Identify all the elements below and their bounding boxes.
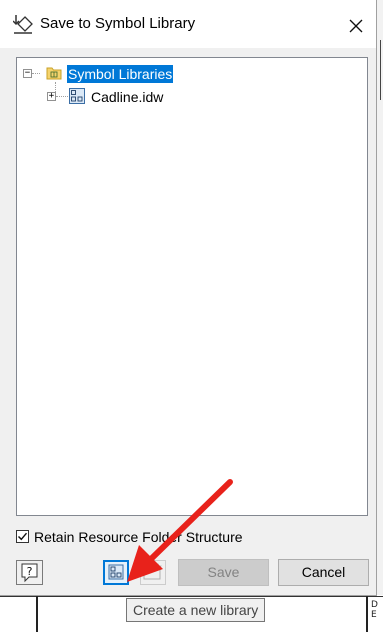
- library-icon: [69, 88, 85, 104]
- background-fragment-text: D E: [371, 600, 378, 620]
- new-folder-icon: [143, 563, 162, 580]
- background-app-line: [380, 40, 381, 100]
- folder-icon: [46, 65, 62, 81]
- expand-expander[interactable]: +: [47, 92, 56, 101]
- help-icon: ?: [21, 563, 38, 583]
- background-drawing-divider-right: [366, 596, 368, 632]
- retain-folder-structure-label: Retain Resource Folder Structure: [34, 529, 243, 545]
- tree-item-label: Cadline.idw: [91, 89, 164, 105]
- screen: D E Save to Symbol Library − Symbol Libr…: [0, 0, 383, 632]
- new-library-button[interactable]: [103, 560, 129, 585]
- dialog-title: Save to Symbol Library: [40, 15, 196, 32]
- save-button[interactable]: Save: [178, 559, 269, 586]
- retain-folder-structure-checkbox[interactable]: [16, 530, 29, 543]
- new-folder-button: [140, 560, 166, 585]
- close-button[interactable]: [338, 8, 374, 42]
- new-library-tooltip: Create a new library: [126, 598, 266, 622]
- tree-item-cadline[interactable]: + Cadline.idw: [17, 87, 367, 107]
- checkmark-icon: [18, 532, 28, 541]
- title-bar[interactable]: Save to Symbol Library: [0, 0, 376, 48]
- background-drawing-border: [0, 596, 383, 597]
- tree-item-label: Symbol Libraries: [67, 65, 174, 83]
- background-drawing-divider-left: [36, 596, 38, 632]
- cancel-button[interactable]: Cancel: [278, 559, 369, 586]
- help-button[interactable]: ?: [16, 560, 43, 585]
- close-icon: [349, 19, 363, 33]
- new-library-icon: [108, 564, 124, 580]
- library-tree[interactable]: − Symbol Libraries + Cadline.idw: [16, 57, 368, 516]
- collapse-expander[interactable]: −: [23, 69, 32, 78]
- save-symbol-icon: [12, 13, 33, 35]
- save-to-symbol-library-dialog: Save to Symbol Library − Symbol Librarie…: [0, 0, 377, 596]
- svg-text:?: ?: [27, 565, 33, 578]
- tree-item-symbol-libraries[interactable]: − Symbol Libraries: [17, 64, 367, 84]
